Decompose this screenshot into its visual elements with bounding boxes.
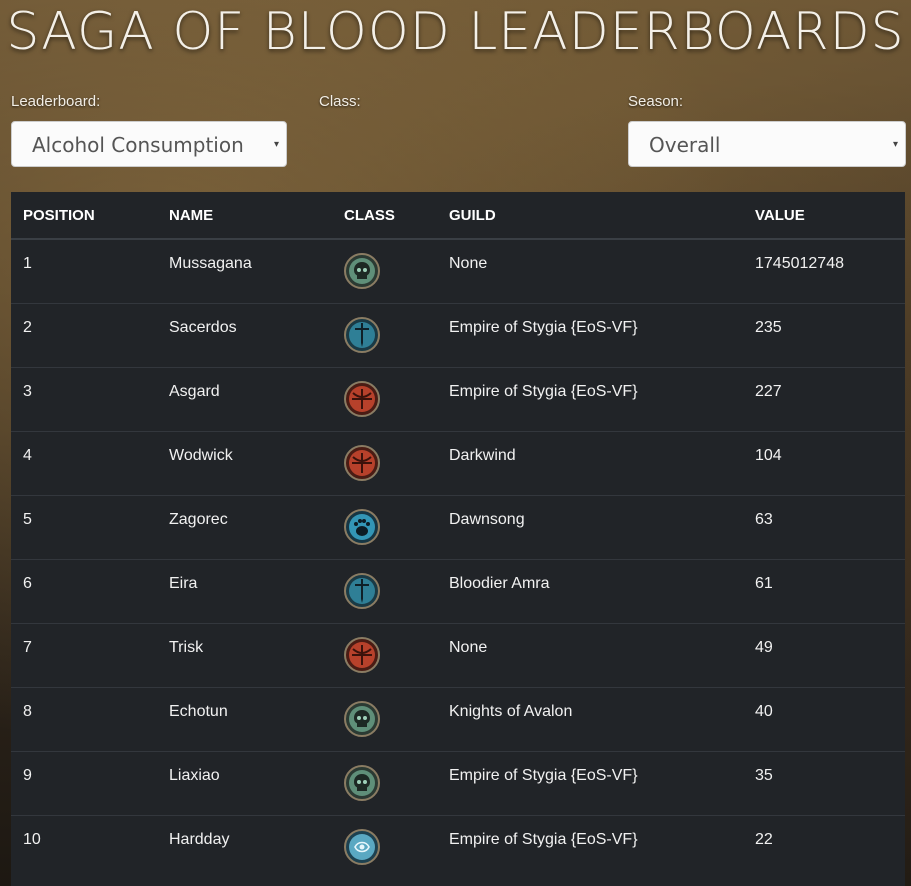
leaderboard-label: Leaderboard: [11, 93, 101, 110]
guild-cell: Bloodier Amra [437, 558, 743, 623]
value-cell: 61 [743, 558, 905, 623]
guild-cell: Dawnsong [437, 494, 743, 559]
guild-cell: None [437, 622, 743, 687]
class-cell [332, 238, 437, 303]
header-name[interactable]: NAME [157, 192, 332, 240]
player-name-cell: Wodwick [157, 430, 332, 495]
crossbow-class-icon [344, 637, 380, 673]
player-name-cell: Echotun [157, 686, 332, 751]
player-name-cell: Liaxiao [157, 750, 332, 815]
crossbow-class-icon [344, 445, 380, 481]
skull-class-icon [344, 701, 380, 737]
player-name-cell: Trisk [157, 622, 332, 687]
guild-cell: Darkwind [437, 430, 743, 495]
position-cell: 8 [11, 686, 157, 751]
leaderboard-table: POSITION NAME CLASS GUILD VALUE 1 Mussaga… [11, 192, 905, 886]
table-row[interactable]: 2 Sacerdos Empire of Stygia {EoS-VF} 235 [11, 302, 905, 367]
table-header-row: POSITION NAME CLASS GUILD VALUE [11, 192, 905, 240]
page-title: SAGA OF BLOOD LEADERBOARDS [6, 2, 905, 62]
value-cell: 49 [743, 622, 905, 687]
header-class[interactable]: CLASS [332, 192, 437, 240]
class-label: Class: [319, 93, 361, 110]
chevron-down-icon: ▾ [273, 139, 279, 150]
paw-class-icon [344, 509, 380, 545]
table-row[interactable]: 5 Zagorec Dawnsong 63 [11, 494, 905, 559]
class-cell [332, 814, 437, 879]
position-cell: 3 [11, 366, 157, 431]
position-cell: 9 [11, 750, 157, 815]
table-row[interactable]: 6 Eira Bloodier Amra 61 [11, 558, 905, 623]
class-cell [332, 366, 437, 431]
guild-cell: Empire of Stygia {EoS-VF} [437, 750, 743, 815]
guild-cell: Empire of Stygia {EoS-VF} [437, 814, 743, 879]
value-cell: 227 [743, 366, 905, 431]
guild-cell: Empire of Stygia {EoS-VF} [437, 366, 743, 431]
table-row[interactable]: 10 Hardday Empire of Stygia {EoS-VF} 22 [11, 814, 905, 879]
guild-cell: None [437, 238, 743, 303]
leaderboard-select-value: Alcohol Consumption [32, 133, 244, 157]
position-cell: 10 [11, 814, 157, 879]
position-cell: 2 [11, 302, 157, 367]
leaderboard-select[interactable]: Alcohol Consumption ▾ [11, 121, 287, 167]
player-name-cell: Zagorec [157, 494, 332, 559]
position-cell: 4 [11, 430, 157, 495]
class-cell [332, 558, 437, 623]
header-value[interactable]: VALUE [743, 192, 905, 240]
player-name-cell: Eira [157, 558, 332, 623]
class-cell [332, 430, 437, 495]
skull-class-icon [344, 253, 380, 289]
chevron-down-icon: ▾ [892, 139, 898, 150]
sword-class-icon [344, 573, 380, 609]
class-cell [332, 622, 437, 687]
class-cell [332, 686, 437, 751]
header-guild[interactable]: GUILD [437, 192, 743, 240]
guild-cell: Empire of Stygia {EoS-VF} [437, 302, 743, 367]
season-label: Season: [628, 93, 684, 110]
season-select-value: Overall [649, 133, 721, 157]
value-cell: 35 [743, 750, 905, 815]
value-cell: 63 [743, 494, 905, 559]
class-cell [332, 494, 437, 559]
class-cell [332, 302, 437, 367]
position-cell: 1 [11, 238, 157, 303]
table-row[interactable]: 4 Wodwick Darkwind 104 [11, 430, 905, 495]
class-cell [332, 750, 437, 815]
rune-class-icon [344, 829, 380, 865]
crossbow-class-icon [344, 381, 380, 417]
position-cell: 7 [11, 622, 157, 687]
value-cell: 104 [743, 430, 905, 495]
table-row[interactable]: 3 Asgard Empire of Stygia {EoS-VF} 227 [11, 366, 905, 431]
player-name-cell: Mussagana [157, 238, 332, 303]
player-name-cell: Asgard [157, 366, 332, 431]
value-cell: 40 [743, 686, 905, 751]
guild-cell: Knights of Avalon [437, 686, 743, 751]
player-name-cell: Sacerdos [157, 302, 332, 367]
position-cell: 5 [11, 494, 157, 559]
table-row[interactable]: 8 Echotun Knights of Avalon 40 [11, 686, 905, 751]
season-select[interactable]: Overall ▾ [628, 121, 906, 167]
header-position[interactable]: POSITION [11, 192, 157, 240]
position-cell: 6 [11, 558, 157, 623]
table-row[interactable]: 9 Liaxiao Empire of Stygia {EoS-VF} 35 [11, 750, 905, 815]
value-cell: 1745012748 [743, 238, 905, 303]
sword-class-icon [344, 317, 380, 353]
skull-class-icon [344, 765, 380, 801]
table-row[interactable]: 7 Trisk None 49 [11, 622, 905, 687]
value-cell: 235 [743, 302, 905, 367]
value-cell: 22 [743, 814, 905, 879]
table-row[interactable]: 1 Mussagana None 1745012748 [11, 238, 905, 303]
player-name-cell: Hardday [157, 814, 332, 879]
